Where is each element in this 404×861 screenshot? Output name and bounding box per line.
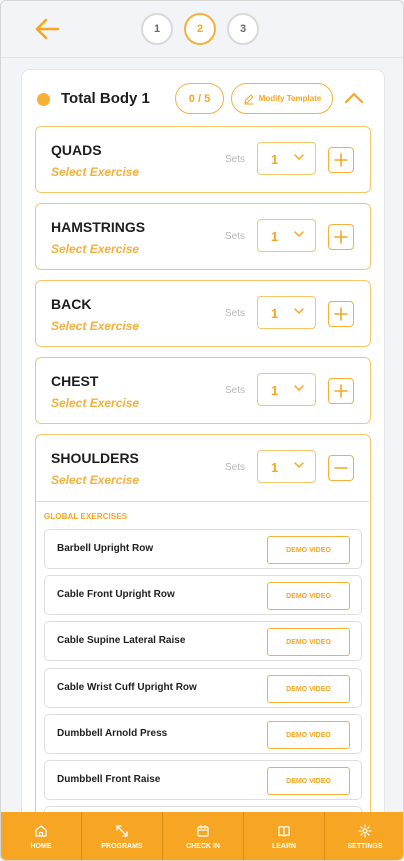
add-set-button[interactable] (328, 301, 354, 327)
chevron-down-icon (294, 308, 304, 315)
nav-label: SETTINGS (347, 843, 383, 850)
expand-arrows-icon (116, 825, 128, 837)
sets-value: 1 (271, 383, 279, 398)
select-exercise-link[interactable]: Select Exercise (51, 473, 139, 487)
step-2-active[interactable]: 2 (184, 13, 216, 45)
collapse-exercises-button[interactable] (328, 455, 354, 481)
muscle-group-name: BACK (51, 296, 92, 312)
muscle-group-name: SHOULDERS (51, 450, 139, 466)
modify-template-label: Modify Template (258, 94, 322, 103)
nav-label: PROGRAMS (101, 843, 143, 850)
muscle-group-chest: CHEST Select Exercise Sets 1 (35, 357, 371, 424)
book-icon (278, 826, 290, 837)
chevron-down-icon (294, 462, 304, 469)
step-1[interactable]: 1 (141, 13, 173, 45)
home-icon (35, 825, 47, 837)
select-exercise-link[interactable]: Select Exercise (51, 396, 139, 410)
sets-value: 1 (271, 152, 279, 167)
muscle-group-name: CHEST (51, 373, 99, 389)
back-button[interactable] (31, 15, 63, 43)
global-exercises-heading: GLOBAL EXERCISES (44, 512, 128, 521)
calendar-icon (197, 824, 209, 837)
nav-learn[interactable]: LEARN (244, 812, 325, 860)
add-set-button[interactable] (328, 378, 354, 404)
sets-label: Sets (225, 308, 246, 319)
exercise-row[interactable]: Dumbbell Front Raise DEMO VIDEO (44, 760, 362, 800)
gear-icon (358, 824, 372, 838)
status-dot (37, 93, 50, 106)
sets-label: Sets (225, 462, 246, 473)
exercise-row[interactable]: Dumbbell Arnold Press DEMO VIDEO (44, 714, 362, 754)
select-exercise-link[interactable]: Select Exercise (51, 165, 139, 179)
modify-template-button[interactable]: Modify Template (231, 83, 333, 114)
demo-video-button[interactable]: DEMO VIDEO (267, 721, 350, 749)
demo-video-button[interactable]: DEMO VIDEO (267, 767, 350, 795)
sets-value: 1 (271, 460, 279, 475)
muscle-group-name: QUADS (51, 142, 102, 158)
exercise-row[interactable]: Cable Supine Lateral Raise DEMO VIDEO (44, 621, 362, 661)
muscle-group-quads: QUADS Select Exercise Sets 1 (35, 126, 371, 193)
progress-badge[interactable]: 0 / 5 (175, 83, 224, 114)
minus-icon (334, 467, 348, 469)
muscle-group-shoulders: SHOULDERS Select Exercise Sets 1 GLOBAL … (35, 434, 371, 854)
divider (36, 501, 369, 502)
select-exercise-link[interactable]: Select Exercise (51, 242, 139, 256)
pencil-icon (244, 94, 254, 104)
exercise-name: Barbell Upright Row (57, 543, 154, 554)
muscle-group-hamstrings: HAMSTRINGS Select Exercise Sets 1 (35, 203, 371, 270)
demo-video-button[interactable]: DEMO VIDEO (267, 675, 350, 703)
nav-label: LEARN (271, 843, 297, 850)
nav-home[interactable]: HOME (1, 812, 82, 860)
sets-label: Sets (225, 154, 246, 165)
exercise-name: Cable Supine Lateral Raise (57, 635, 186, 646)
add-set-button[interactable] (328, 147, 354, 173)
chevron-down-icon (294, 154, 304, 161)
demo-video-button[interactable]: DEMO VIDEO (267, 582, 350, 610)
plus-icon (334, 307, 348, 321)
nav-programs[interactable]: PROGRAMS (82, 812, 163, 860)
demo-video-button[interactable]: DEMO VIDEO (267, 628, 350, 656)
exercise-name: Dumbbell Front Raise (57, 774, 161, 785)
collapse-button[interactable] (342, 88, 366, 108)
step-3[interactable]: 3 (227, 13, 259, 45)
muscle-group-name: HAMSTRINGS (51, 219, 146, 235)
sets-dropdown[interactable]: 1 (257, 296, 316, 329)
chevron-down-icon (294, 231, 304, 238)
chevron-up-icon (344, 92, 364, 104)
sets-dropdown[interactable]: 1 (257, 219, 316, 252)
muscle-group-back: BACK Select Exercise Sets 1 (35, 280, 371, 347)
bottom-nav: HOME PROGRAMS CHECK IN LEARN SETTINGS (1, 812, 403, 860)
plus-icon (334, 153, 348, 167)
sets-dropdown[interactable]: 1 (257, 450, 316, 483)
nav-settings[interactable]: SETTINGS (325, 812, 403, 860)
plus-icon (334, 230, 348, 244)
exercise-name: Dumbbell Arnold Press (57, 728, 168, 739)
nav-label: CHECK IN (186, 843, 220, 850)
routine-card: Total Body 1 0 / 5 Modify Template QUADS… (22, 70, 384, 860)
exercise-row[interactable]: Barbell Upright Row DEMO VIDEO (44, 529, 362, 569)
exercise-row[interactable]: Cable Front Upright Row DEMO VIDEO (44, 575, 362, 615)
routine-title: Total Body 1 (61, 90, 150, 107)
exercise-name: Cable Front Upright Row (57, 589, 175, 600)
exercise-name: Cable Wrist Cuff Upright Row (57, 682, 197, 693)
header: 1 2 3 (1, 1, 403, 58)
sets-dropdown[interactable]: 1 (257, 142, 316, 175)
sets-value: 1 (271, 229, 279, 244)
sets-label: Sets (225, 231, 246, 242)
sets-dropdown[interactable]: 1 (257, 373, 316, 406)
nav-check-in[interactable]: CHECK IN (163, 812, 244, 860)
exercise-row[interactable]: Cable Wrist Cuff Upright Row DEMO VIDEO (44, 668, 362, 708)
app-frame: 1 2 3 Total Body 1 0 / 5 Modify Template… (0, 0, 404, 861)
select-exercise-link[interactable]: Select Exercise (51, 319, 139, 333)
demo-video-button[interactable]: DEMO VIDEO (267, 536, 350, 564)
sets-value: 1 (271, 306, 279, 321)
chevron-down-icon (294, 385, 304, 392)
arrow-left-icon (35, 18, 60, 40)
plus-icon (334, 384, 348, 398)
nav-label: HOME (30, 843, 52, 850)
add-set-button[interactable] (328, 224, 354, 250)
sets-label: Sets (225, 385, 246, 396)
